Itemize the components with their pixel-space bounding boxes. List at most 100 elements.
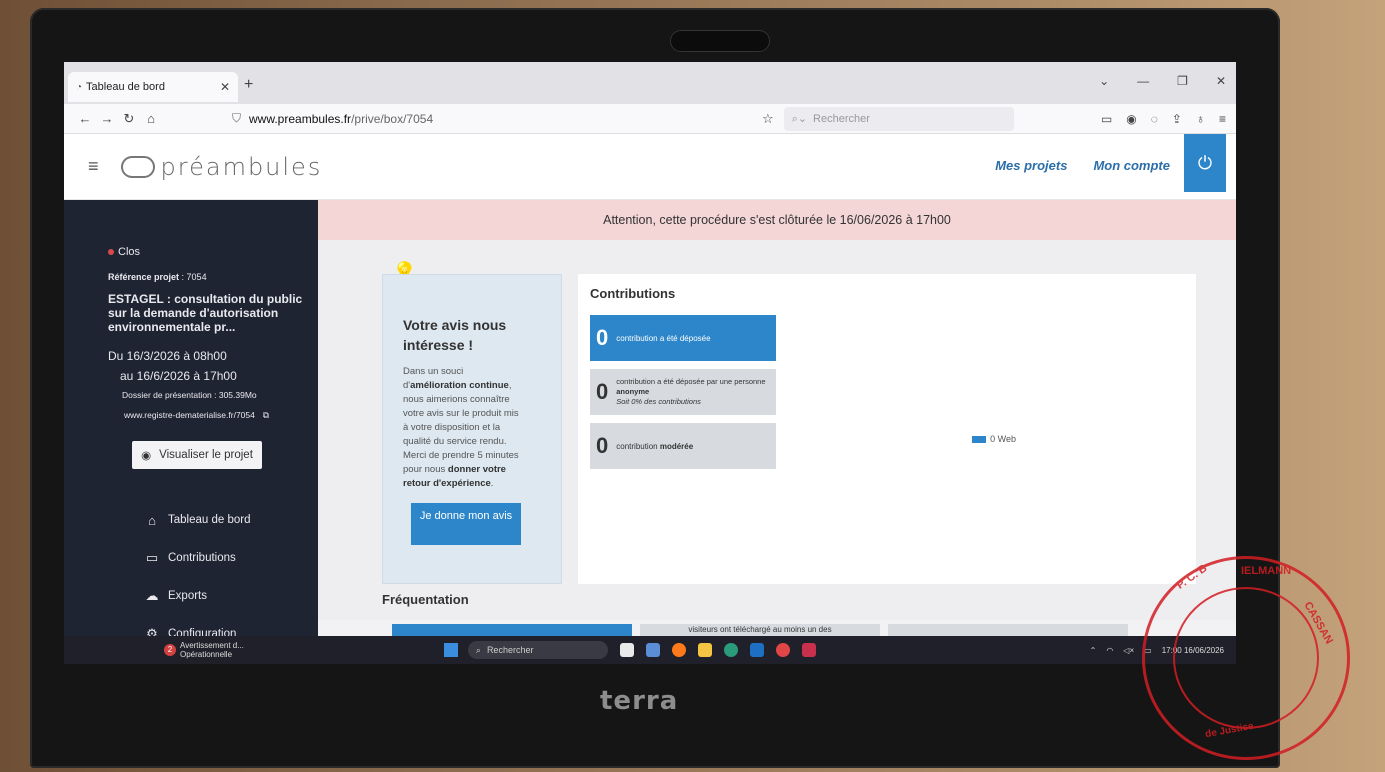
tab-title: Tableau de bord: [86, 81, 165, 93]
contributions-moderated-box[interactable]: 0 contribution modérée: [590, 423, 776, 469]
view-project-button[interactable]: ◉ Visualiser le projet: [132, 441, 262, 469]
contributions-total-box[interactable]: 0 contribution a été déposée: [590, 315, 776, 361]
home-icon: ⌂: [148, 512, 156, 528]
tab-list-icon[interactable]: ⌄: [1099, 74, 1109, 88]
laptop-brand-logo: terra: [600, 686, 679, 716]
restore-icon[interactable]: ❐: [1177, 74, 1188, 88]
browser-search-box[interactable]: ⌕⌄ Rechercher: [783, 106, 1014, 131]
search-icon: ⌕⌄: [791, 112, 808, 125]
app-red-icon[interactable]: [775, 643, 790, 657]
screen: ◔ Tableau de bord ✕ + ⌄ — ❐ ✕ ← → ↻ ⌂ ⛉ …: [64, 62, 1236, 662]
nav-mon-compte[interactable]: Mon compte: [1093, 158, 1170, 173]
hamburger-menu-icon[interactable]: ≡: [88, 156, 99, 177]
stamp-inner-ring: [1173, 587, 1319, 729]
header-nav: Mes projets Mon compte: [995, 158, 1170, 173]
contributions-title: Contributions: [590, 286, 676, 301]
site-logo[interactable]: préambules: [120, 152, 323, 181]
feedback-text: Dans un souci d'amélioration continue, n…: [403, 366, 519, 489]
project-dates: Du 16/3/2026 à 08h00 au 16/6/2026 à 17h0…: [108, 346, 318, 386]
status-label: Clos: [118, 246, 141, 258]
share-icon[interactable]: ⇪: [1172, 112, 1182, 126]
url-path: /prive/box/7054: [351, 111, 434, 126]
back-icon[interactable]: ←: [74, 111, 96, 126]
shield-icon: ⛉: [232, 111, 242, 125]
contributions-total-label: contribution a été déposée: [616, 333, 711, 343]
favicon-icon: ◔: [76, 81, 83, 93]
dashboard-content: 💡 Votre avis nous intéresse ! Dans un so…: [318, 240, 1236, 644]
extension-icon[interactable]: ◌: [1151, 112, 1158, 126]
menu-icon[interactable]: ≡: [1219, 112, 1226, 126]
url-bar[interactable]: ⛉ www.preambules.fr/prive/box/7054: [232, 108, 752, 130]
feedback-card: Votre avis nous intéresse ! Dans un souc…: [382, 274, 562, 584]
download-cloud-icon: ☁: [145, 588, 159, 603]
comment-icon: ▭: [145, 550, 159, 565]
bookmark-star-icon[interactable]: ☆: [762, 111, 774, 127]
new-tab-icon[interactable]: +: [244, 76, 253, 94]
windows-taskbar: 2 Avertissement d... Opérationnelle ⌕ Rec…: [64, 636, 1236, 664]
sidebar-item-exports[interactable]: ☁ Exports: [144, 577, 318, 615]
contributions-card: Contributions 0 contribution a été dépos…: [578, 274, 1196, 584]
browser-tab[interactable]: ◔ Tableau de bord ✕: [68, 72, 238, 102]
addon-icon[interactable]: ♁: [1196, 112, 1205, 126]
copy-icon[interactable]: ⧉: [263, 410, 269, 421]
project-reference: Référence projet : 7054: [108, 272, 318, 282]
logout-power-icon[interactable]: ⏻: [1184, 134, 1226, 192]
webcam-cover: [670, 30, 770, 52]
date-end: au 16/6/2026 à 17h00: [120, 369, 237, 383]
contributions-anonymous-number: 0: [596, 379, 609, 404]
sidebar-toggle-icon[interactable]: ▭: [1101, 112, 1112, 126]
volume-icon[interactable]: ◁×: [1123, 646, 1134, 655]
app-d-icon[interactable]: [801, 643, 816, 657]
chevron-up-icon[interactable]: ⌃: [1090, 646, 1097, 655]
notification-widget[interactable]: 2 Avertissement d... Opérationnelle: [164, 641, 244, 659]
contributions-anonymous-box[interactable]: 0 contribution a été déposée par une per…: [590, 369, 776, 415]
sidebar-item-contributions[interactable]: ▭ Contributions: [144, 539, 318, 577]
sidebar-nav: ⌂ Tableau de bord ▭ Contributions ☁ Expo…: [144, 501, 318, 653]
app-icon[interactable]: [645, 643, 660, 657]
task-view-icon[interactable]: [619, 643, 634, 657]
date-start: Du 16/3/2026 à 08h00: [108, 349, 227, 363]
closure-warning-banner: Attention, cette procédure s'est clôturé…: [318, 200, 1236, 240]
nav-mes-projets[interactable]: Mes projets: [995, 158, 1067, 173]
legend-swatch: [972, 435, 987, 443]
browser-toolbar: ← → ↻ ⌂ ⛉ www.preambules.fr/prive/box/70…: [64, 104, 1236, 134]
registry-link-row: www.registre-dematerialise.fr/7054 ⧉: [124, 410, 318, 421]
reference-value: : 7054: [181, 272, 207, 282]
status-dot-icon: [108, 249, 114, 255]
forward-icon[interactable]: →: [96, 111, 118, 126]
sidebar-item-label: Contributions: [168, 552, 236, 564]
search-placeholder: Rechercher: [813, 112, 870, 125]
start-windows-icon[interactable]: [443, 643, 458, 657]
dossier-size: Dossier de présentation : 305.39Mo: [122, 390, 257, 400]
site-header: ≡ préambules Mes projets Mon compte ⏻: [64, 134, 1236, 200]
sidebar: Clos Référence projet : 7054 ESTAGEL : c…: [64, 200, 318, 641]
taskbar-search[interactable]: ⌕ Rechercher: [467, 641, 608, 659]
logo-bubble-icon: [120, 155, 155, 178]
legend-label: 0 Web: [990, 434, 1016, 444]
minimize-icon[interactable]: —: [1137, 74, 1149, 88]
status-badge: Clos: [108, 246, 318, 258]
feedback-title: Votre avis nous intéresse !: [403, 317, 507, 353]
logo-text: préambules: [160, 152, 323, 181]
wifi-icon[interactable]: ◠: [1106, 646, 1113, 655]
close-tab-icon[interactable]: ✕: [220, 80, 230, 94]
firefox-icon[interactable]: [671, 643, 686, 657]
reload-icon[interactable]: ↻: [118, 111, 140, 127]
frequentation-title: Fréquentation: [382, 592, 469, 607]
give-feedback-button[interactable]: Je donne mon avis: [411, 503, 521, 545]
edge-icon[interactable]: [723, 643, 738, 657]
sidebar-item-label: Exports: [168, 590, 207, 602]
file-explorer-icon[interactable]: [697, 643, 712, 657]
taskbar-apps: [619, 643, 816, 657]
browser-tabbar: ◔ Tableau de bord ✕ + ⌄ — ❐ ✕: [64, 62, 1236, 104]
account-icon[interactable]: ◉: [1126, 112, 1136, 126]
sidebar-item-tableau-de-bord[interactable]: ⌂ Tableau de bord: [144, 501, 318, 539]
contributions-total-number: 0: [596, 325, 609, 350]
outlook-icon[interactable]: [749, 643, 764, 657]
registry-link[interactable]: www.registre-dematerialise.fr/7054: [124, 410, 255, 421]
project-title: ESTAGEL : consultation du public sur la …: [108, 292, 303, 334]
stamp-text-fragment: IELMANN: [1241, 565, 1292, 577]
notary-stamp: P. C. B IELMANN CASSAN de Justice: [1142, 556, 1350, 760]
home-button-icon[interactable]: ⌂: [140, 111, 162, 126]
close-window-icon[interactable]: ✕: [1216, 74, 1226, 88]
